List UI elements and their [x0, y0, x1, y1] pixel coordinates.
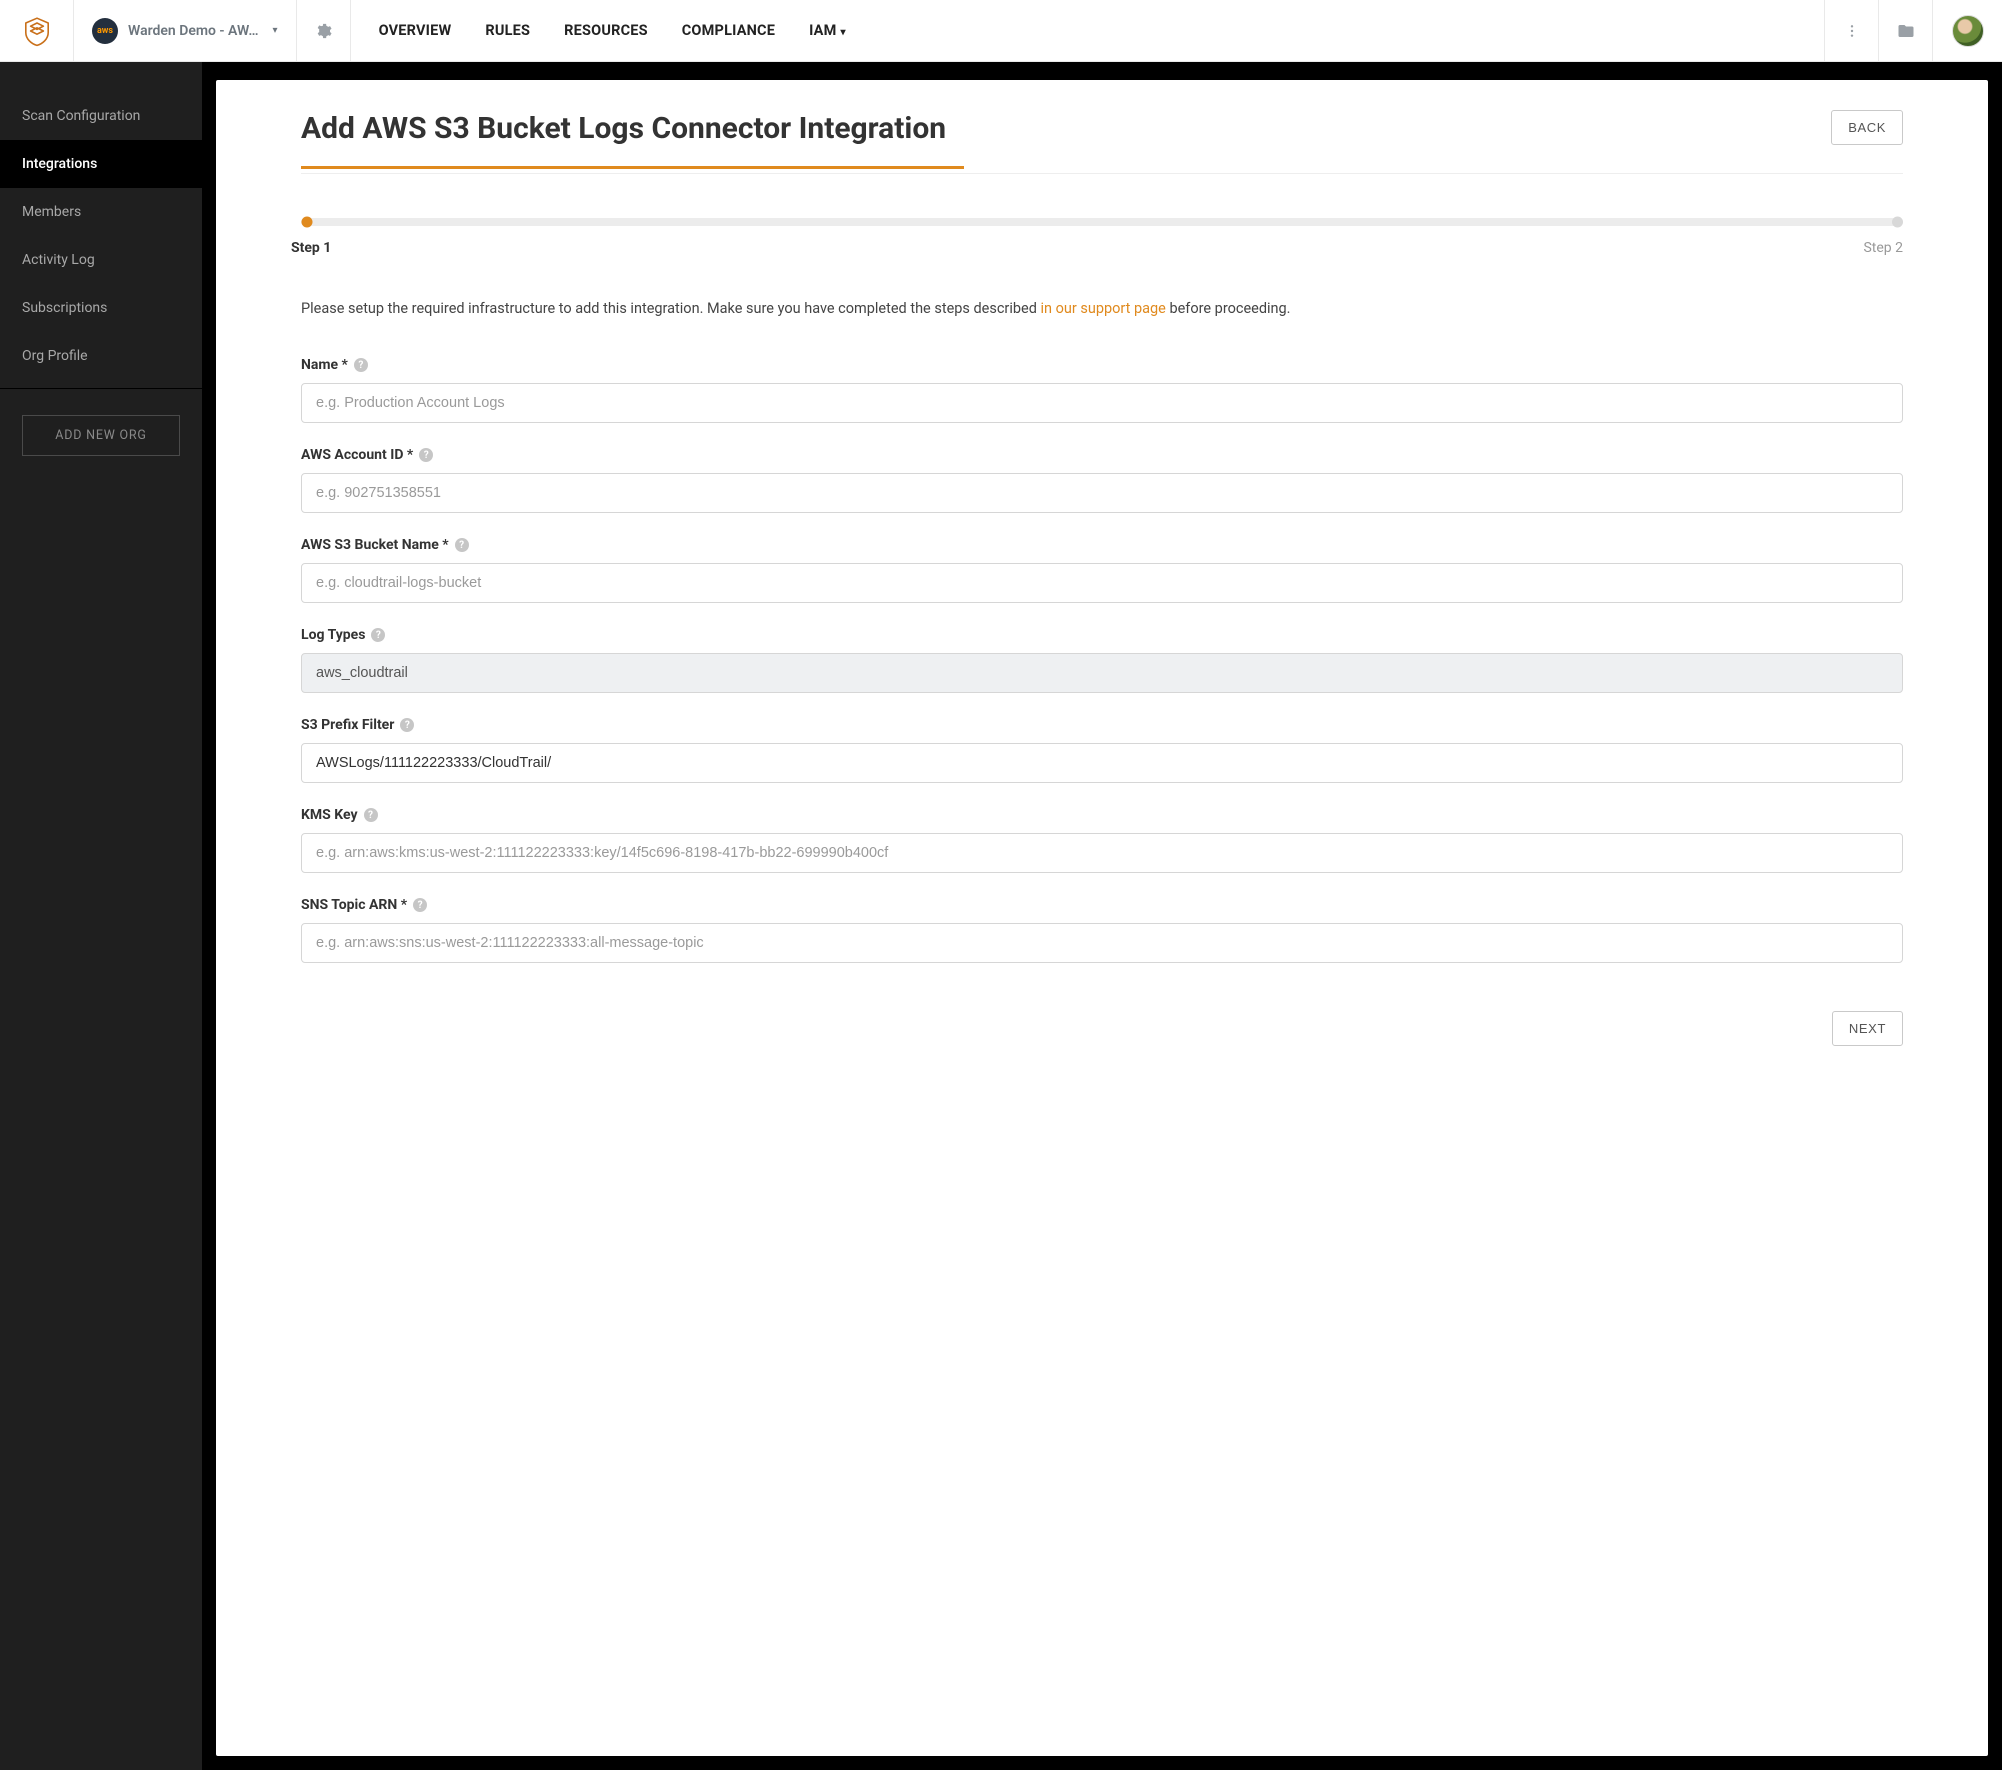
aws-badge-icon: aws: [92, 18, 118, 44]
more-vertical-icon: [1844, 23, 1860, 39]
kms-key-input[interactable]: [301, 833, 1903, 873]
step1-label: Step 1: [291, 240, 331, 256]
name-input[interactable]: [301, 383, 1903, 423]
step-progress: Step 1 Step 2: [301, 218, 1903, 256]
support-page-link[interactable]: in our support page: [1040, 300, 1165, 317]
help-icon[interactable]: ?: [400, 718, 414, 732]
progress-dot-step1: [302, 216, 313, 227]
help-icon[interactable]: ?: [455, 538, 469, 552]
prefix-filter-input[interactable]: [301, 743, 1903, 783]
avatar: [1952, 15, 1984, 47]
help-icon[interactable]: ?: [371, 628, 385, 642]
help-icon[interactable]: ?: [419, 448, 433, 462]
log-types-input: [301, 653, 1903, 693]
account-id-input[interactable]: [301, 473, 1903, 513]
log-types-label: Log Types?: [301, 627, 1903, 643]
progress-dot-step2: [1892, 216, 1903, 227]
sidebar-item-org-profile[interactable]: Org Profile: [0, 332, 202, 380]
gear-icon: [314, 22, 332, 40]
sidebar-item-scan-configuration[interactable]: Scan Configuration: [0, 92, 202, 140]
help-icon[interactable]: ?: [413, 898, 427, 912]
nav-iam[interactable]: IAM▾: [809, 22, 846, 39]
app-logo[interactable]: [0, 0, 74, 61]
nav-compliance[interactable]: COMPLIANCE: [682, 22, 775, 39]
sns-topic-label: SNS Topic ARN *?: [301, 897, 1903, 913]
settings-button[interactable]: [297, 0, 351, 61]
folder-icon: [1897, 22, 1915, 40]
page-title: Add AWS S3 Bucket Logs Connector Integra…: [301, 110, 964, 148]
add-org-button[interactable]: ADD NEW ORG: [22, 415, 180, 456]
org-name-label: Warden Demo - AW…: [128, 23, 259, 39]
next-button[interactable]: NEXT: [1832, 1011, 1903, 1046]
nav-resources[interactable]: RESOURCES: [564, 22, 648, 39]
header-divider: [301, 173, 1903, 174]
step2-label: Step 2: [1863, 240, 1903, 256]
help-icon[interactable]: ?: [354, 358, 368, 372]
sidebar-item-integrations[interactable]: Integrations: [0, 140, 202, 188]
bucket-name-input[interactable]: [301, 563, 1903, 603]
main-nav: OVERVIEW RULES RESOURCES COMPLIANCE IAM▾: [351, 0, 874, 61]
sidebar-item-activity-log[interactable]: Activity Log: [0, 236, 202, 284]
title-underline: [301, 166, 964, 169]
chevron-down-icon: ▾: [841, 27, 846, 38]
integration-form: Name *? AWS Account ID *? AWS S3 Bucket …: [301, 357, 1903, 963]
shield-owl-icon: [21, 15, 53, 47]
sidebar: Scan Configuration Integrations Members …: [0, 62, 202, 1770]
prefix-filter-label: S3 Prefix Filter?: [301, 717, 1903, 733]
topbar: aws Warden Demo - AW… ▾ OVERVIEW RULES R…: [0, 0, 2002, 62]
org-selector[interactable]: aws Warden Demo - AW… ▾: [74, 0, 297, 61]
sidebar-divider: [0, 388, 202, 389]
name-label: Name *?: [301, 357, 1903, 373]
kms-key-label: KMS Key?: [301, 807, 1903, 823]
bucket-name-label: AWS S3 Bucket Name *?: [301, 537, 1903, 553]
sidebar-item-members[interactable]: Members: [0, 188, 202, 236]
back-button[interactable]: BACK: [1831, 110, 1903, 145]
content-area: Add AWS S3 Bucket Logs Connector Integra…: [202, 62, 2002, 1770]
sns-topic-input[interactable]: [301, 923, 1903, 963]
intro-text: Please setup the required infrastructure…: [301, 298, 1903, 320]
account-id-label: AWS Account ID *?: [301, 447, 1903, 463]
user-menu[interactable]: [1932, 0, 2002, 61]
more-menu-button[interactable]: [1824, 0, 1878, 61]
folder-button[interactable]: [1878, 0, 1932, 61]
help-icon[interactable]: ?: [364, 808, 378, 822]
chevron-down-icon: ▾: [273, 25, 278, 36]
nav-overview[interactable]: OVERVIEW: [379, 22, 452, 39]
sidebar-item-subscriptions[interactable]: Subscriptions: [0, 284, 202, 332]
main-card: Add AWS S3 Bucket Logs Connector Integra…: [216, 80, 1988, 1756]
nav-rules[interactable]: RULES: [485, 22, 530, 39]
